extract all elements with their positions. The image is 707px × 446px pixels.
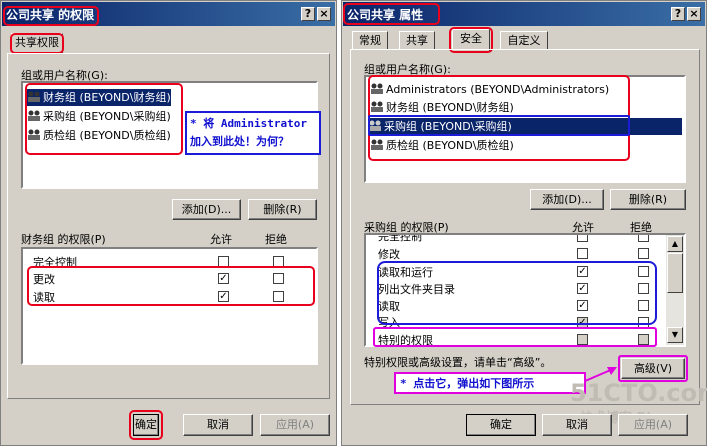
special-hint: 特别权限或高级设置，请单击“高级”。 (364, 356, 552, 369)
help-button[interactable]: ? (671, 7, 685, 21)
tab-general[interactable]: 常规 (352, 31, 388, 49)
scroll-up-icon[interactable]: ▲ (667, 236, 683, 252)
advanced-highlight (618, 355, 688, 382)
watermark: 51CTO.com (570, 379, 707, 407)
tab-sharing[interactable]: 共享 (399, 31, 435, 49)
tab-custom[interactable]: 自定义 (500, 31, 548, 49)
annotation-line: * 将 Administrator (190, 117, 307, 130)
tab-label: 自定义 (507, 34, 541, 47)
ok-button[interactable]: 确定 (466, 414, 536, 436)
scroll-thumb[interactable] (667, 253, 683, 293)
allowed-perms-highlight (377, 261, 657, 325)
permissions-list: 完全控制 更改 ✓ 读取 ✓ (21, 247, 318, 365)
permissions-highlight (27, 266, 315, 306)
apply-button[interactable]: 应用(A) (618, 414, 688, 436)
help-button[interactable]: ? (301, 7, 315, 21)
annotation-line: 加入到此处！为何？ (190, 135, 289, 148)
folder-properties-dialog: 公司共享 属性 ? × 常规 共享 安全 自定义 组或用户名称(G): Admi… (341, 0, 707, 446)
deny-checkbox[interactable] (638, 235, 649, 242)
close-button[interactable]: × (317, 7, 331, 21)
annotation-note: * 将 Administrator 加入到此处！为何？ (185, 111, 321, 155)
allow-checkbox[interactable] (577, 248, 588, 259)
tab-label: 常规 (359, 34, 381, 47)
permission-name: 完全控制 (378, 233, 422, 243)
close-button[interactable]: × (687, 7, 701, 21)
scroll-down-icon[interactable]: ▼ (667, 327, 683, 343)
remove-button[interactable]: 删除(R) (610, 189, 686, 210)
allow-column: 允许 (210, 233, 232, 246)
permissions-label: 财务组 的权限(P) (21, 233, 106, 246)
deny-checkbox[interactable] (638, 248, 649, 259)
apply-button[interactable]: 应用(A) (260, 414, 330, 436)
deny-column: 拒绝 (265, 233, 287, 246)
groups-highlight (25, 83, 183, 155)
cancel-button[interactable]: 取消 (542, 414, 612, 436)
share-permissions-dialog: 公司共享 的权限 ? × 共享权限 组或用户名称(G): 财务组 (BEYOND… (0, 0, 337, 446)
title-highlight (343, 3, 440, 25)
tab-label: 共享 (406, 34, 428, 47)
annotation-note: * 点击它，弹出如下图所示 (394, 372, 586, 394)
cancel-button[interactable]: 取消 (183, 414, 253, 436)
ok-highlight (129, 410, 163, 440)
allow-checkbox[interactable] (577, 235, 588, 242)
selected-group-highlight (368, 115, 630, 136)
add-button[interactable]: 添加(D)... (172, 199, 241, 220)
remove-button[interactable]: 删除(R) (248, 199, 317, 220)
title-highlight (3, 6, 99, 26)
special-perm-highlight (373, 327, 657, 347)
tab-highlight (10, 33, 64, 54)
permission-name: 修改 (378, 248, 400, 261)
add-button[interactable]: 添加(D)... (530, 189, 604, 210)
scrollbar[interactable]: ▲ ▼ (666, 235, 684, 345)
